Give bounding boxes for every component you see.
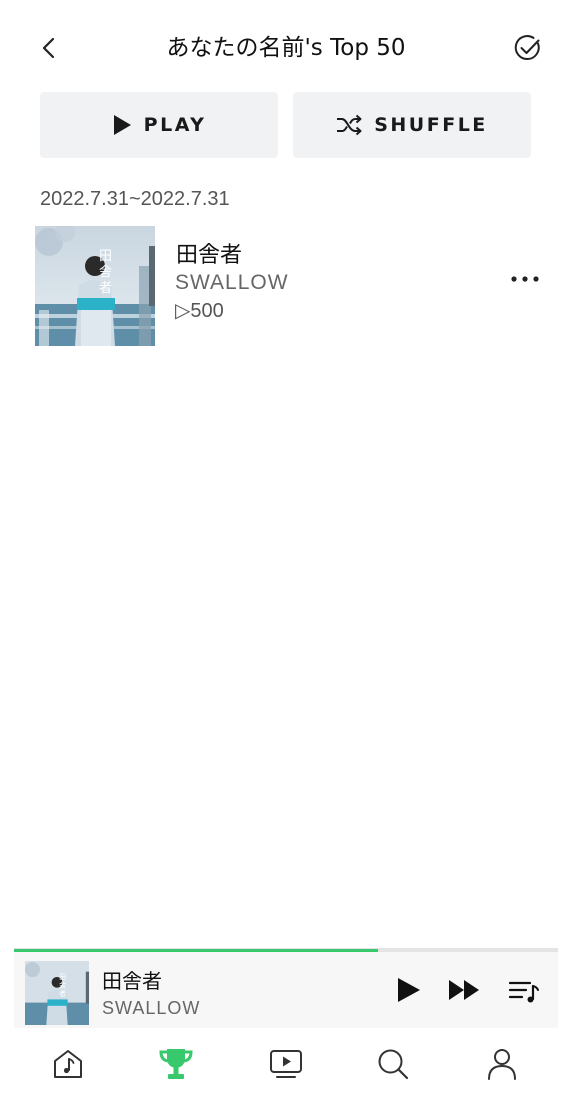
mini-play-button[interactable] [391,973,425,1007]
mini-player-cover[interactable]: 田 舎 者 [25,961,89,1025]
svg-text:者: 者 [59,990,66,998]
music-home-icon [54,1050,82,1078]
shuffle-icon [337,114,362,136]
svg-text:舎: 舎 [59,982,66,990]
play-icon [398,978,420,1002]
track-more-button[interactable] [505,264,545,294]
playlist-queue-icon [508,981,539,1003]
svg-text:田: 田 [99,249,112,264]
track-play-count: ▷500 [175,300,224,322]
video-play-icon [270,1050,302,1078]
tab-search[interactable] [369,1040,417,1088]
check-circle-icon [514,35,540,61]
track-artist[interactable]: SWALLOW [175,271,289,295]
svg-text:舎: 舎 [99,265,112,280]
playback-progress-fill [14,949,379,952]
back-button[interactable] [30,28,70,68]
user-icon [488,1049,516,1080]
mini-next-button[interactable] [446,973,484,1007]
date-range: 2022.7.31~2022.7.31 [40,188,230,210]
page-title: あなたの名前's Top 50 [166,35,406,61]
tab-video[interactable] [262,1040,310,1088]
tab-home[interactable] [44,1040,92,1088]
bottom-tab-bar [0,1030,572,1094]
mini-player-title: 田舎者 [102,969,162,993]
svg-text:者: 者 [99,281,112,296]
select-button[interactable] [508,28,548,68]
trophy-icon [159,1049,193,1079]
search-icon [378,1049,409,1080]
tab-charts[interactable] [152,1040,200,1088]
tab-profile[interactable] [478,1040,526,1088]
shuffle-button[interactable]: SHUFFLE [293,92,531,158]
chevron-left-icon [42,37,55,59]
play-icon [113,115,131,135]
header: あなたの名前's Top 50 [0,0,572,92]
mini-player[interactable]: 田 舎 者 田舎者 SWALLOW [14,948,558,1028]
playback-progress-bar[interactable] [14,949,558,952]
track-row[interactable]: 田 舎 者 田舎者 SWALLOW ▷500 [35,226,545,346]
shuffle-label: SHUFFLE [374,114,488,136]
mini-player-artist: SWALLOW [102,998,201,1018]
album-cover: 田 舎 者 [35,226,155,346]
queue-button[interactable] [506,975,542,1007]
play-all-label: PLAY [143,114,207,136]
svg-text:田: 田 [59,973,66,981]
track-title: 田舎者 [176,243,243,268]
more-horizontal-icon [511,276,539,282]
play-all-button[interactable]: PLAY [40,92,278,158]
fast-forward-icon [449,980,479,1000]
action-row: PLAY SHUFFLE [40,92,532,158]
